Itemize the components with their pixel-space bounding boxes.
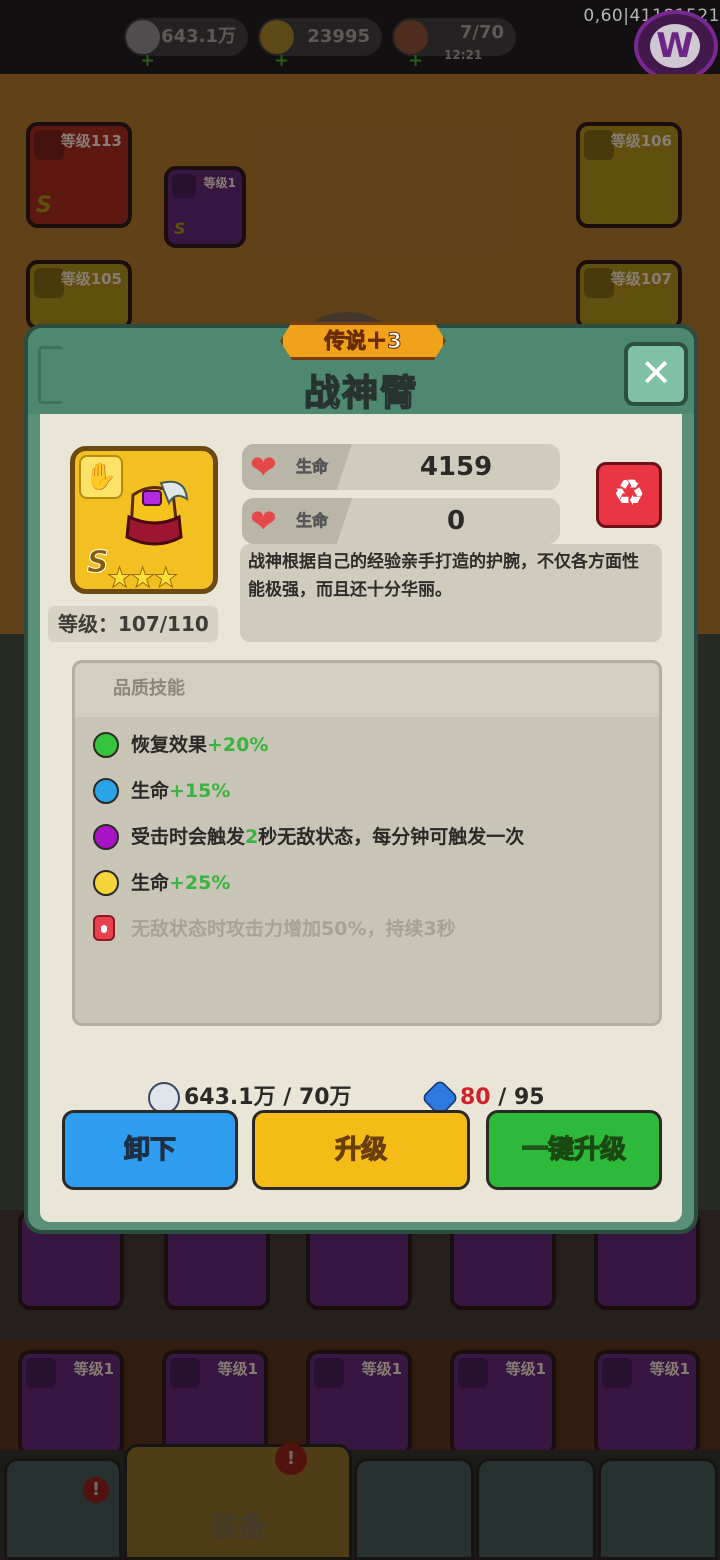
stat-name: 生命 — [296, 511, 329, 531]
skills-header: 品质技能 — [113, 678, 185, 699]
purple-gem-icon — [93, 824, 119, 850]
close-button[interactable]: ✕ — [624, 342, 688, 406]
rarity-banner: 传说＋3 — [280, 322, 446, 360]
unequip-button[interactable]: 卸下 — [62, 1110, 238, 1190]
dialog-body: ✋ S ★★★ 等级：107/110 ❤ 生命 4159 ❤ 生命 0 ♻ 战神… — [40, 414, 682, 1222]
stat-row-hp-bonus: ❤ 生命 0 — [242, 498, 560, 544]
stat-value: 4159 — [419, 452, 493, 482]
war-god-bracer-icon — [125, 480, 189, 546]
stat-name: 生命 — [296, 457, 329, 477]
quality-skills-panel: 品质技能 恢复效果+20% 生命+15% 受击时会触发2秒无敌状态，每分钟可触发… — [72, 660, 662, 1026]
upgrade-button[interactable]: 升级 — [252, 1110, 470, 1190]
stat-value: 0 — [446, 506, 466, 536]
item-rank: S — [87, 545, 110, 581]
item-level: 等级：107/110 — [48, 606, 218, 642]
recycle-icon: ♻ — [612, 473, 646, 514]
heart-icon: ❤ — [250, 448, 277, 486]
star-rating-icon: ★★★ — [106, 561, 178, 595]
item-name: 战神臂 — [303, 372, 418, 415]
item-detail-dialog: 战神臂 传说＋3 ✕ ✋ S ★★★ 等级：107/110 ❤ 生命 4159 — [24, 324, 698, 1234]
lock-icon — [93, 915, 115, 941]
stat-row-hp: ❤ 生命 4159 — [242, 444, 560, 490]
blue-gem-icon — [93, 778, 119, 804]
heart-icon: ❤ — [250, 502, 277, 540]
yellow-gem-icon — [93, 870, 119, 896]
auto-upgrade-button[interactable]: 一键升级 — [486, 1110, 662, 1190]
item-description: 战神根据自己的经验亲手打造的护腕，不仅各方面性能极强，而且还十分华丽。 — [240, 544, 662, 642]
item-icon-frame: ✋ S ★★★ — [70, 446, 218, 595]
green-gem-icon — [93, 732, 119, 758]
recycle-button[interactable]: ♻ — [596, 462, 662, 528]
